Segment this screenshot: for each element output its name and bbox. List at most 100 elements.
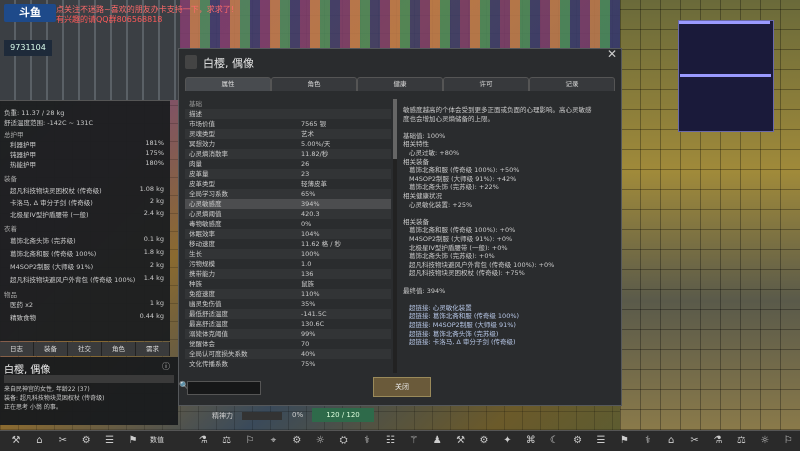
map-area-top[interactable] [180, 0, 620, 48]
gear-row-value: 175% [145, 149, 164, 157]
command-icon[interactable]: ⌘ [523, 433, 539, 449]
gear-row-label[interactable]: 医药 x2 [10, 299, 33, 309]
dialog-tab[interactable]: 许可 [443, 77, 529, 91]
scissors-icon[interactable]: ✂ [687, 433, 703, 449]
stat-row[interactable]: 灵魂类型 艺术 [185, 129, 391, 139]
gear-row-label[interactable]: 热能护甲 [10, 159, 36, 169]
stat-row[interactable]: 冥想效力 5.00%/天 [185, 139, 391, 149]
settings-icon[interactable]: ⚙ [289, 433, 305, 449]
stat-label: 休眠效率 [189, 230, 215, 238]
gear-row-label[interactable]: 超凡科技物块灵困权杖 (传奇级) [10, 185, 102, 195]
inspect-tab[interactable]: 角色 [102, 342, 136, 356]
gear-row-label[interactable]: M4SOP2制服 (大师级 91%) [10, 261, 93, 271]
hammer-icon[interactable]: ⚒ [453, 433, 469, 449]
inspect-tab[interactable]: 日志 [0, 342, 34, 356]
scale-icon[interactable]: ⚖ [219, 433, 235, 449]
gear-icon[interactable]: ⚙ [78, 433, 94, 449]
grid-icon[interactable]: ☷ [382, 433, 398, 449]
minimap-dot [736, 74, 739, 77]
moon-icon[interactable]: ☾ [546, 433, 562, 449]
stat-row[interactable]: 心灵熵阈值 420.3 [185, 209, 391, 219]
gear-row-label[interactable]: 葛饰北斋和服 (传奇级 100%) [10, 248, 96, 258]
target-icon[interactable]: ⌖ [265, 433, 281, 449]
info-icon[interactable]: ⓘ [162, 361, 170, 372]
stat-row[interactable]: 污物规模 1.0 [185, 259, 391, 269]
medical-icon[interactable]: ⚕ [640, 433, 656, 449]
flag-icon[interactable]: ⚐ [780, 433, 796, 449]
stat-row[interactable]: 溺毙体克阈值 99% [185, 329, 391, 339]
gear-row-label[interactable]: 超凡科技物块避风户外背包 (传奇级 100%) [10, 274, 135, 284]
home-icon[interactable]: ⌂ [31, 433, 47, 449]
gear-row-label[interactable]: 葛饰北斋头饰 (完苏级) [10, 235, 76, 245]
scissors-icon[interactable]: ✂ [55, 433, 71, 449]
stat-row[interactable]: 描述 [185, 109, 391, 119]
inspect-tab[interactable]: 装备 [34, 342, 68, 356]
stat-row[interactable]: 文化传播系数 75% [185, 359, 391, 369]
gear-row-label[interactable]: 利器护甲 [10, 139, 36, 149]
stat-row[interactable]: 心灵熵消散率 11.82/秒 [185, 149, 391, 159]
list-icon[interactable]: ☰ [102, 433, 118, 449]
stat-row[interactable]: 皮革类型 轻薄皮革 [185, 179, 391, 189]
scrollbar[interactable] [393, 99, 397, 373]
stat-row[interactable]: 免疫速度 110% [185, 289, 391, 299]
stat-row[interactable]: 移动速度 11.62 格 / 秒 [185, 239, 391, 249]
gear-row-label[interactable]: 北极星IV型护盾腰带 (一般) [10, 209, 89, 219]
sun-icon[interactable]: ☼ [757, 433, 773, 449]
stat-row[interactable]: 心灵敏感度 394% [185, 199, 391, 209]
cog-icon[interactable]: ⚙ [476, 433, 492, 449]
staff-icon[interactable]: ⚚ [406, 433, 422, 449]
flag-icon[interactable]: ⚑ [616, 433, 632, 449]
stat-row[interactable]: 市场价值 7565 银 [185, 119, 391, 129]
dialog-tab[interactable]: 记录 [529, 77, 615, 91]
stat-row[interactable]: 全局认可度损失系数 40% [185, 349, 391, 359]
minimap-dot [710, 74, 713, 77]
architect-icon[interactable]: ⚒ [8, 433, 24, 449]
gear-row-label[interactable]: 卡洛马, Δ 审分子剑 (传奇级) [10, 197, 93, 207]
minimap-dot [726, 74, 729, 77]
inspect-tab[interactable]: 需求 [136, 342, 170, 356]
danmu-message: 有兴趣的请QQ群806568818 [56, 15, 163, 24]
flask-icon[interactable]: ⚗ [710, 433, 726, 449]
minimap[interactable] [678, 20, 774, 132]
home-icon[interactable]: ⌂ [663, 433, 679, 449]
scrollbar-thumb[interactable] [393, 99, 397, 159]
stat-row[interactable]: 全局学习系数 65% [185, 189, 391, 199]
stat-row[interactable]: 种族 鼠族 [185, 279, 391, 289]
cog-icon[interactable]: ⚙ [570, 433, 586, 449]
banner-icon[interactable]: ⚐ [242, 433, 258, 449]
medical-icon[interactable]: ⚕ [359, 433, 375, 449]
scale-icon[interactable]: ⚖ [733, 433, 749, 449]
dialog-tab[interactable]: 角色 [271, 77, 357, 91]
minimap-dot [715, 21, 718, 24]
inspect-tab[interactable]: 社交 [68, 342, 102, 356]
sun-icon[interactable]: ☼ [312, 433, 328, 449]
stat-row[interactable]: 肉量 26 [185, 159, 391, 169]
hyperlink[interactable]: 超链接: 卡洛马, Δ 审分子剑 (传奇级) [409, 336, 516, 346]
gear-row-label[interactable]: 精致食物 [10, 312, 36, 322]
list-icon[interactable]: ☰ [593, 433, 609, 449]
gear-row-label[interactable]: 钝器护甲 [10, 149, 36, 159]
stat-row[interactable]: 觉醒体会 70 [185, 339, 391, 349]
stat-row[interactable]: 休眠效率 104% [185, 229, 391, 239]
dialog-tab[interactable]: 属性 [185, 77, 271, 91]
dialog-tab[interactable]: 健康 [357, 77, 443, 91]
gear-panel: 负重: 11.37 / 28 kg 舒适温度范围: -142C ~ 131C 总… [0, 100, 170, 341]
stat-row[interactable]: 毒物敏感度 0% [185, 219, 391, 229]
pawn-icon[interactable]: ♟ [429, 433, 445, 449]
stat-row[interactable]: 携带能力 136 [185, 269, 391, 279]
close-icon[interactable]: ✕ [607, 47, 617, 61]
menu-label[interactable]: 数值 [150, 435, 164, 445]
stat-value: 70 [301, 340, 310, 348]
wheel-icon[interactable]: ⛭ [336, 433, 352, 449]
search-input[interactable] [187, 381, 261, 395]
close-button[interactable]: 关闭 [373, 377, 431, 397]
research-icon[interactable]: ⚗ [195, 433, 211, 449]
stat-row[interactable]: 生长 100% [185, 249, 391, 259]
stat-row[interactable]: 最高舒适温度 130.6C [185, 319, 391, 329]
stat-row[interactable]: 幽灵免伤值 35% [185, 299, 391, 309]
star-icon[interactable]: ✦ [499, 433, 515, 449]
stat-row[interactable]: 最低舒适温度 -141.5C [185, 309, 391, 319]
stat-row[interactable]: 皮革量 23 [185, 169, 391, 179]
flag-icon[interactable]: ⚑ [125, 433, 141, 449]
comfort-temp-text: 舒适温度范围: -142C ~ 131C [4, 119, 94, 127]
